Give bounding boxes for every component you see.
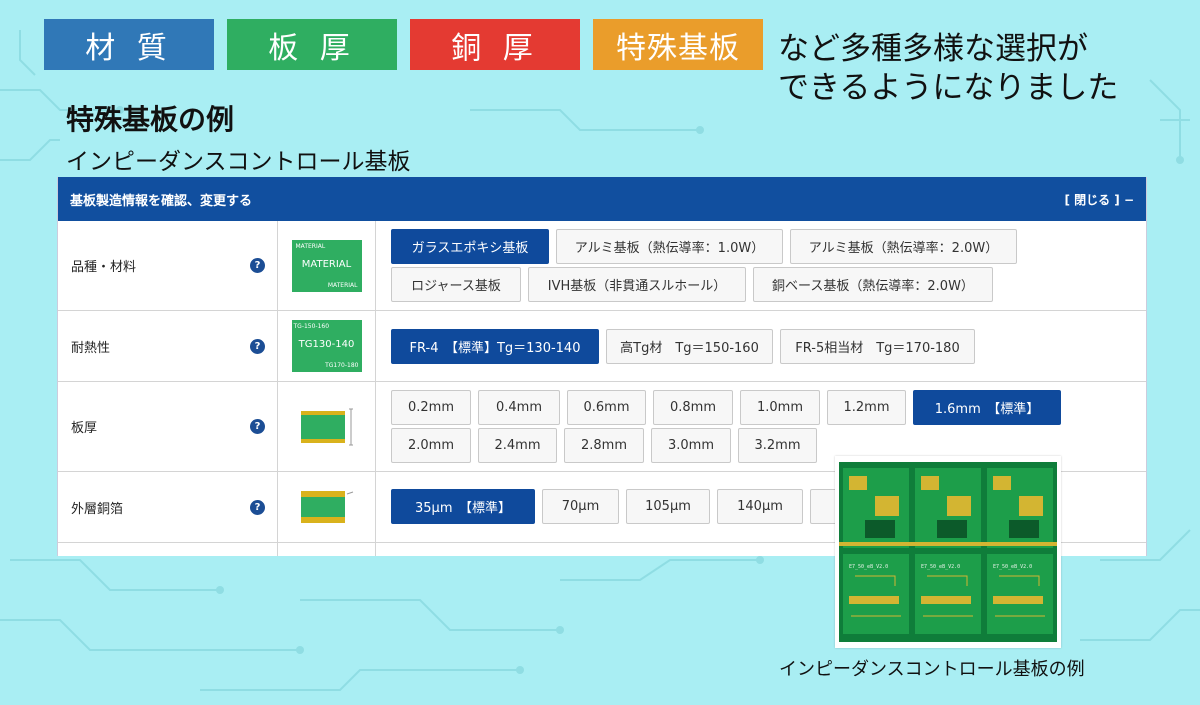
tg-thumbnail: TG-150-160 TG130-140 TG170-180 (278, 311, 376, 381)
category-board-thickness: 板 厚 (227, 19, 397, 70)
panel-header: 基板製造情報を確認、変更する [ 閉じる ] − (58, 177, 1146, 221)
panel-header-title: 基板製造情報を確認、変更する (70, 193, 253, 209)
close-button[interactable]: [ 閉じる ] − (1064, 191, 1134, 208)
option-fr5[interactable]: FR-5相当材 Tg＝170-180 (780, 329, 975, 364)
row-label-heat-resistance: 耐熱性 ? (58, 311, 278, 381)
copper-thumbnail (278, 472, 376, 542)
option-thickness-0-8[interactable]: 0.8mm (653, 390, 733, 425)
board-label: E7_50_eB_V2.0 (993, 564, 1032, 570)
row-label-text: 品種・材料 (71, 260, 137, 275)
option-thickness-0-2[interactable]: 0.2mm (391, 390, 471, 425)
thumbnail-empty (278, 543, 376, 556)
row-label-board-thickness: 板厚 ? (58, 382, 278, 471)
option-thickness-0-4[interactable]: 0.4mm (478, 390, 560, 425)
option-thickness-2-0[interactable]: 2.0mm (391, 428, 471, 463)
option-high-tg[interactable]: 高Tg材 Tg＝150-160 (606, 329, 773, 364)
board-thickness-icon (300, 408, 353, 445)
headline-line-1: など多種多様な選択が (778, 31, 1088, 67)
help-icon[interactable]: ? (250, 258, 265, 273)
copper-foil-icon (300, 491, 353, 523)
row-label-material: 品種・材料 ? (58, 221, 278, 310)
thumb-text: TG130-140 (298, 339, 355, 350)
category-copper-thickness: 銅 厚 (410, 19, 580, 70)
option-thickness-1-6[interactable]: 1.6mm 【標準】 (913, 390, 1061, 425)
row-label-text: 外層銅箔 (71, 501, 124, 517)
option-thickness-3-0[interactable]: 3.0mm (651, 428, 731, 463)
impedance-board-image: E7_50_eB_V2.0 E7_50_eB_V2.0 E7_50_eB_V2.… (835, 456, 1061, 648)
tg-thumb-image: TG-150-160 TG130-140 TG170-180 (291, 320, 362, 372)
option-thickness-1-0[interactable]: 1.0mm (740, 390, 820, 425)
option-thickness-0-6[interactable]: 0.6mm (567, 390, 646, 425)
option-fr4[interactable]: FR-4 【標準】Tg＝130-140 (391, 329, 599, 364)
thumb-text: MATERIAL (301, 258, 352, 270)
material-thumb-image: MATERIAL MATERIAL MATERIAL (291, 239, 362, 292)
category-material: 材 質 (44, 19, 214, 70)
board-label: E7_50_eB_V2.0 (921, 564, 960, 570)
section-subtitle: インピーダンスコントロール基板 (66, 149, 411, 175)
option-aluminum-1w[interactable]: アルミ基板（熱伝導率：1.0W） (556, 229, 783, 264)
row-label-text: 耐熱性 (71, 340, 111, 356)
heat-resistance-options: FR-4 【標準】Tg＝130-140 高Tg材 Tg＝150-160 FR-5… (376, 311, 1146, 381)
category-special-board: 特殊基板 (593, 19, 763, 70)
thumb-text: TG170-180 (325, 362, 359, 369)
option-copper-35[interactable]: 35μm 【標準】 (391, 489, 535, 524)
option-copper-105[interactable]: 105μm (626, 489, 710, 524)
thumb-text: MATERIAL (295, 242, 326, 250)
thumb-text: TG-150-160 (293, 323, 330, 330)
material-thumbnail: MATERIAL MATERIAL MATERIAL (278, 221, 376, 310)
row-label-text: 板厚 (71, 421, 98, 436)
pcb-photo: E7_50_eB_V2.0 E7_50_eB_V2.0 E7_50_eB_V2.… (835, 456, 1061, 648)
headline-line-2: できるようになりました (778, 70, 1119, 106)
row-label-outer-copper: 外層銅箔 ? (58, 472, 278, 542)
photo-caption: インピーダンスコントロール基板の例 (779, 659, 1085, 680)
section-title: 特殊基板の例 (66, 103, 235, 136)
option-aluminum-2w[interactable]: アルミ基板（熱伝導率：2.0W） (790, 229, 1017, 264)
option-glass-epoxy[interactable]: ガラスエポキシ基板 (391, 229, 549, 264)
option-thickness-3-2[interactable]: 3.2mm (738, 428, 817, 463)
option-thickness-1-2[interactable]: 1.2mm (827, 390, 906, 425)
thickness-thumbnail (278, 382, 376, 471)
material-options: ガラスエポキシ基板 アルミ基板（熱伝導率：1.0W） アルミ基板（熱伝導率：2.… (376, 221, 1146, 310)
option-copper-70[interactable]: 70μm (542, 489, 619, 524)
row-material: 品種・材料 ? MATERIAL MATERIAL MATERIAL ガラスエポ… (58, 221, 1146, 311)
row-label-empty (58, 543, 278, 556)
option-rogers[interactable]: ロジャース基板 (391, 267, 521, 302)
option-copper-140[interactable]: 140μm (717, 489, 803, 524)
help-icon[interactable]: ? (250, 338, 265, 354)
thumb-text: MATERIAL (327, 281, 358, 289)
option-ivh[interactable]: IVH基板（非貫通スルホール） (528, 267, 746, 302)
help-icon[interactable]: ? (250, 499, 265, 515)
headline: など多種多様な選択が できるようになりました (778, 30, 1188, 108)
help-icon[interactable]: ? (250, 419, 265, 434)
option-thickness-2-4[interactable]: 2.4mm (478, 428, 557, 463)
board-label: E7_50_eB_V2.0 (849, 564, 888, 570)
row-heat-resistance: 耐熱性 ? TG-150-160 TG130-140 TG170-180 FR-… (58, 311, 1146, 382)
option-copper-base[interactable]: 銅ベース基板（熱伝導率：2.0W） (753, 267, 993, 302)
option-thickness-2-8[interactable]: 2.8mm (564, 428, 644, 463)
